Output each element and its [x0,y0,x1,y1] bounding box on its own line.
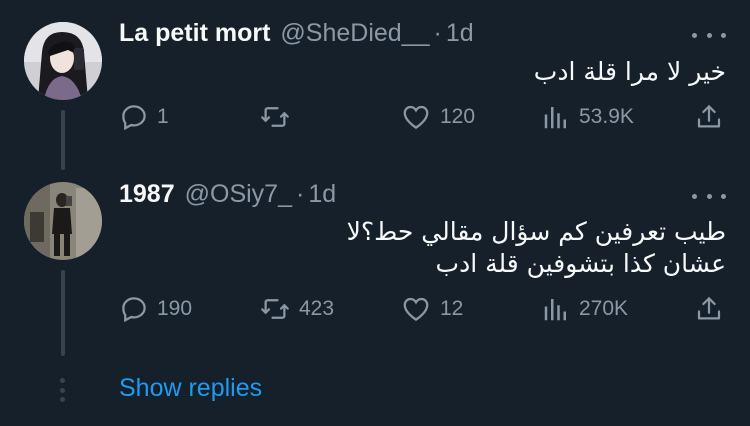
thread-line [61,270,65,356]
avatar[interactable] [24,182,102,260]
separator: · [433,19,442,47]
retweet-icon [261,107,289,127]
username[interactable]: @OSiy7_ [185,180,292,209]
display-name[interactable]: 1987 [119,180,175,209]
display-name[interactable]: La petit mort [119,19,270,48]
tweet-text: خير لا مرا قلة ادب [533,57,726,86]
heart-icon [403,105,429,129]
share-icon [697,297,721,320]
tweet-text-line: طيب تعرفين كم سؤال مقالي حط؟لا [346,217,726,246]
timestamp[interactable]: 1d [308,180,336,209]
more-options-icon[interactable] [692,186,726,206]
view-count: 270K [579,297,629,320]
tweet-text-line: عشان كذا بتشوفين قلة ادب [435,249,726,278]
reply-count: 1 [157,105,169,128]
reply-button[interactable]: 190 [119,294,192,324]
reply-button[interactable]: 1 [119,102,169,132]
like-button[interactable]: 12 [400,294,463,324]
share-icon [697,105,721,128]
action-bar: 190 423 12 270K [119,294,726,324]
tweet-2[interactable]: 1987 @OSiy7_ · 1d طيب تعرفين كم سؤال مقا… [0,170,750,360]
thread-line [61,110,65,170]
retweet-icon [261,299,289,319]
like-count: 12 [440,297,464,320]
reply-icon [122,297,146,323]
share-button[interactable] [694,294,724,324]
tweet-header: 1987 @OSiy7_ · 1d [119,180,336,209]
analytics-icon [544,107,566,129]
show-replies-link[interactable]: Show replies [119,374,262,403]
separator: · [296,180,305,208]
tweet-1[interactable]: La petit mort @SheDied__ · 1d خير لا مرا… [0,0,750,170]
retweet-button[interactable]: 423 [259,294,334,324]
avatar[interactable] [24,22,102,100]
views-button[interactable]: 270K [541,294,628,324]
action-bar: 1 120 53.9K [119,102,726,132]
like-button[interactable]: 120 [400,102,475,132]
thread-ellipsis-icon [60,378,66,402]
tweet-header: La petit mort @SheDied__ · 1d [119,19,474,48]
more-options-icon[interactable] [692,25,726,45]
retweet-button[interactable] [259,102,299,132]
retweet-count: 423 [299,297,335,320]
reply-count: 190 [157,297,193,320]
username[interactable]: @SheDied__ [280,19,429,48]
view-count: 53.9K [579,105,634,128]
heart-icon [403,297,429,321]
tweet-text: طيب تعرفين كم سؤال مقالي حط؟لا عشان كذا … [126,216,726,280]
reply-icon [122,105,146,131]
timestamp[interactable]: 1d [446,19,474,48]
analytics-icon [544,299,566,321]
views-button[interactable]: 53.9K [541,102,634,132]
like-count: 120 [440,105,476,128]
share-button[interactable] [694,102,724,132]
